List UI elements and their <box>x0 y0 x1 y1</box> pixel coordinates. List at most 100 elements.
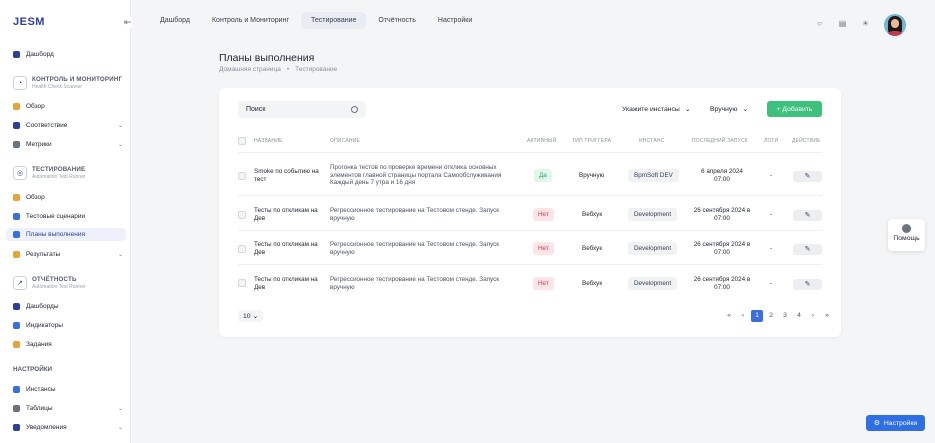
collapse-sidebar-icon[interactable]: ⇤ <box>124 17 132 28</box>
row-instance: Development <box>628 242 678 255</box>
row-last-run: 26 сентября 2024 в 07:00 <box>693 207 751 222</box>
sidebar-item-overview-2[interactable]: Обзор <box>13 192 123 202</box>
row-checkbox[interactable] <box>238 279 246 287</box>
page-title: Планы выполнения <box>219 52 315 64</box>
row-name[interactable]: Тесты по откликам на Дев <box>254 276 320 291</box>
notes-icon[interactable]: ▤ <box>838 19 847 28</box>
sidebar-item-tasks[interactable]: Задания <box>13 339 123 349</box>
sidebar-item-instances[interactable]: Инстансы <box>13 384 123 394</box>
chevron-down-icon[interactable]: ⌄ <box>118 424 123 431</box>
breadcrumb-testing[interactable]: Тестирование <box>295 66 337 73</box>
row-description: Прогонка тестов по проверке времени откл… <box>330 164 502 186</box>
page-2[interactable]: 2 <box>765 310 777 322</box>
first-page-icon[interactable]: « <box>723 310 735 322</box>
col-last-run: ПОСЛЕДНИЙ ЗАПУСК <box>692 138 748 144</box>
rocket-icon <box>13 212 20 220</box>
edit-button[interactable]: ✎ <box>793 279 822 290</box>
edit-button[interactable]: ✎ <box>793 244 822 255</box>
row-instance: Development <box>628 208 678 221</box>
trigger-select[interactable]: Вручную ⌄ <box>710 105 748 114</box>
search-input[interactable]: Поиск <box>238 101 366 118</box>
add-button[interactable]: + Добавить <box>767 101 822 117</box>
sidebar-item-results[interactable]: Результаты ⌄ <box>13 249 123 259</box>
row-name[interactable]: Тесты по откликам на Дев <box>254 241 320 256</box>
settings-button[interactable]: ⚙ Настройки <box>866 415 925 431</box>
pagination: « ‹ 1 2 3 4 › » <box>721 310 833 322</box>
chevron-down-icon[interactable]: ⌄ <box>118 122 123 129</box>
sidebar-item-dashboard[interactable]: Дашборд <box>13 49 123 59</box>
tab-settings[interactable]: Настройки <box>428 12 482 29</box>
row-trigger: Вебхук <box>582 211 603 218</box>
chevron-down-icon[interactable]: ⌄ <box>118 141 123 148</box>
row-name[interactable]: Smoke по событию на тест <box>254 168 320 183</box>
tab-monitoring[interactable]: Контроль и Мониторинг <box>202 12 299 29</box>
instance-select[interactable]: Укажите инстансы ⌄ <box>622 105 691 114</box>
status-badge: Нет <box>533 242 554 255</box>
prev-page-icon[interactable]: ‹ <box>737 310 749 322</box>
edit-button[interactable]: ✎ <box>793 210 822 221</box>
select-all-checkbox[interactable] <box>238 137 246 145</box>
last-page-icon[interactable]: » <box>821 310 833 322</box>
edit-button[interactable]: ✎ <box>793 171 822 182</box>
sidebar-item-test-scenarios[interactable]: Тестовые сценарии <box>13 211 123 221</box>
avatar[interactable] <box>884 14 906 36</box>
tab-testing[interactable]: Тестирование <box>301 12 367 29</box>
status-badge: Нет <box>533 277 554 290</box>
col-logs: ЛОГИ <box>764 138 779 144</box>
sidebar-group-monitoring: ◔ КОНТРОЛЬ И МОНИТОРИНГ Health Check Scan… <box>13 76 122 90</box>
sidebar-item-dashboards[interactable]: Дашборды <box>13 301 123 311</box>
row-instance: BpmSoft DEV <box>628 169 679 182</box>
results-icon <box>13 250 20 258</box>
per-page-select[interactable]: 10 ⌄ <box>238 310 264 322</box>
sidebar-item-metrics[interactable]: Метрики ⌄ <box>13 139 123 149</box>
notifications-icon <box>13 423 20 431</box>
indicators-icon <box>13 321 20 329</box>
row-description: Регрессионное тестирование на Тестовом с… <box>330 276 499 291</box>
theme-sun-icon[interactable]: ☀ <box>861 19 870 28</box>
col-name: НАЗВАНИЕ <box>254 138 283 144</box>
search-icon[interactable]: ○ <box>815 19 824 28</box>
row-checkbox[interactable] <box>238 172 246 180</box>
row-logs[interactable]: - <box>770 172 772 180</box>
sidebar-item-notifications[interactable]: Уведомления ⌄ <box>13 422 123 432</box>
sidebar-settings-heading: НАСТРОЙКИ <box>13 366 53 373</box>
overview-icon <box>13 102 20 110</box>
status-badge: Нет <box>533 208 554 221</box>
sidebar-item-indicators[interactable]: Индикаторы <box>13 320 123 330</box>
chevron-down-icon: ⌄ <box>684 106 691 113</box>
status-badge: Да <box>534 169 552 182</box>
instances-icon <box>13 385 20 393</box>
col-instance: ИНСТАНС <box>639 138 665 144</box>
overview-icon <box>13 193 20 201</box>
chevron-down-icon[interactable]: ⌄ <box>118 251 123 258</box>
tab-reports[interactable]: Отчётность <box>368 12 426 29</box>
row-last-run: 6 апреля 2024 07:00 <box>701 168 743 183</box>
sidebar-item-execution-plans[interactable]: Планы выполнения <box>6 228 126 241</box>
col-active: АКТИВНЫЙ <box>527 138 557 144</box>
row-instance: Development <box>628 277 678 290</box>
row-checkbox[interactable] <box>238 211 246 219</box>
breadcrumb-home[interactable]: Домашняя страница <box>219 66 281 73</box>
row-trigger: Вручную <box>579 172 605 179</box>
page-1[interactable]: 1 <box>751 310 763 322</box>
next-page-icon[interactable]: › <box>807 310 819 322</box>
sidebar: JESM ⇤ Дашборд ◔ КОНТРОЛЬ И МОНИТОРИНГ He… <box>0 0 132 443</box>
row-name[interactable]: Тесты по откликам на Дев <box>254 207 320 222</box>
sidebar-item-compliance[interactable]: Соответствие ⌄ <box>13 120 123 130</box>
page-3[interactable]: 3 <box>779 310 791 322</box>
plans-card: Поиск Укажите инстансы ⌄ Вручную ⌄ + Добав… <box>219 88 841 337</box>
chevron-down-icon[interactable]: ⌄ <box>118 405 123 412</box>
row-last-run: 26 сентября 2024 в 07:00 <box>693 276 751 291</box>
top-navigation: Дашборд Контроль и Мониторинг Тестирован… <box>150 12 484 29</box>
row-checkbox[interactable] <box>238 245 246 253</box>
page-4[interactable]: 4 <box>793 310 805 322</box>
row-description: Регрессионное тестирование на Тестовом с… <box>330 241 499 256</box>
dashboard-icon <box>13 50 20 58</box>
help-button[interactable]: Помощь <box>888 219 925 251</box>
tab-dashboard[interactable]: Дашборд <box>150 12 200 29</box>
row-logs[interactable]: - <box>770 280 772 288</box>
sidebar-item-tables[interactable]: Таблицы ⌄ <box>13 403 123 413</box>
row-logs[interactable]: - <box>770 211 772 219</box>
row-logs[interactable]: - <box>770 245 772 253</box>
sidebar-item-overview-1[interactable]: Обзор <box>13 101 123 111</box>
